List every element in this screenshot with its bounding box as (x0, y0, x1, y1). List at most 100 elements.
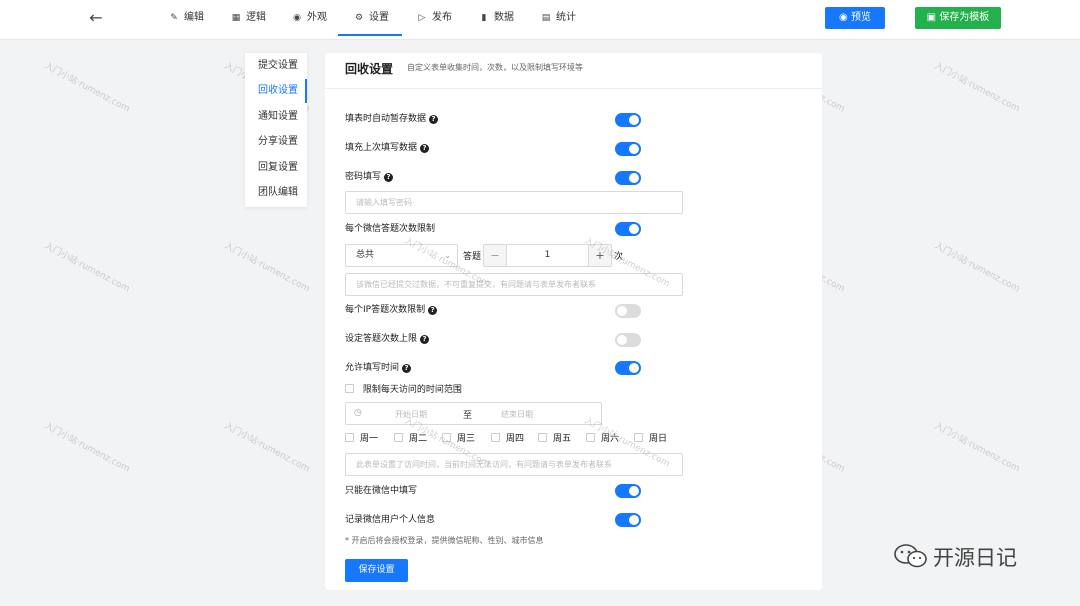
page-subtitle: 自定义表单收集时间，次数，以及限制填写环境等 (407, 63, 583, 72)
tab-label: 发布 (432, 12, 452, 23)
limit-period-select[interactable]: 总共 ⌄ (345, 244, 458, 267)
toggle-knob (629, 224, 639, 234)
tab-data[interactable]: ▮ 数据 (478, 0, 514, 36)
weekday-tue[interactable]: 周二 (394, 431, 427, 444)
help-icon[interactable]: ? (402, 364, 412, 373)
sidemenu-item-collect[interactable]: 回收设置 (245, 79, 307, 103)
select-value: 总共 (356, 250, 375, 260)
tab-logic[interactable]: ▦ 逻辑 (230, 0, 266, 36)
weekday-sun[interactable]: 周日 (634, 431, 667, 444)
clock-icon: ◷ (354, 408, 362, 418)
brand-logo: 开源日记 (893, 543, 1017, 573)
toggle-knob (629, 486, 639, 496)
max-limit-label: 设定答题次数上限? (345, 332, 430, 346)
help-icon[interactable]: ? (384, 173, 394, 182)
top-navbar: ← ✎ 编辑 ▦ 逻辑 ◉ 外观 ⚙ 设置 ▷ 发布 ▮ 数据 ▤ 统计 ◉ 预览 ▣ 保存为… (0, 0, 1080, 40)
time-allow-toggle[interactable] (615, 361, 641, 375)
save-template-label: 保存为模板 (939, 12, 990, 23)
wechat-limit-message-input[interactable]: 该微信已经提交过数据，不可重复提交，有问题请与表单发布者联系 (345, 273, 683, 296)
tab-label: 数据 (494, 12, 514, 23)
sidemenu-item-reply[interactable]: 回复设置 (245, 156, 307, 180)
sidemenu-item-team[interactable]: 团队编辑 (245, 181, 307, 205)
decrement-button[interactable]: − (484, 245, 507, 266)
wechat-limit-label: 每个微信答题次数限制 (345, 224, 436, 234)
max-limit-toggle[interactable] (615, 333, 641, 347)
weekday-thu[interactable]: 周四 (491, 431, 524, 444)
save-settings-button[interactable]: 保存设置 (345, 559, 408, 582)
help-icon[interactable]: ? (429, 115, 439, 124)
limit-count-stepper[interactable]: − 1 + (483, 244, 612, 267)
weekday-checkbox[interactable] (345, 433, 354, 442)
preview-label: 预览 (850, 12, 871, 23)
weekday-sat[interactable]: 周六 (586, 431, 619, 444)
weekday-checkbox[interactable] (538, 433, 547, 442)
label-text: 允许填写时间 (345, 363, 400, 373)
start-date-input[interactable]: 开始日期 (395, 409, 427, 420)
password-toggle[interactable] (615, 171, 641, 185)
stepper-value[interactable]: 1 (507, 245, 588, 266)
edit-icon: ✎ (170, 13, 178, 23)
help-icon[interactable]: ? (428, 306, 438, 315)
tab-label: 编辑 (184, 12, 204, 23)
page-title: 回收设置 (345, 62, 394, 76)
help-icon[interactable]: ? (420, 144, 430, 153)
date-range-picker[interactable]: ◷ 开始日期 至 结束日期 (345, 402, 602, 425)
label-text: 每个IP答题次数限制 (345, 305, 426, 315)
eye-icon: ◉ (839, 12, 851, 23)
weekday-checkbox[interactable] (442, 433, 451, 442)
back-arrow-icon[interactable]: ← (86, 8, 106, 28)
password-input[interactable]: 请输入填写密码 (345, 191, 683, 214)
sidemenu-item-notify[interactable]: 通知设置 (245, 105, 307, 129)
weekday-checkbox[interactable] (394, 433, 403, 442)
preview-button[interactable]: ◉ 预览 (825, 7, 885, 29)
weekday-fri[interactable]: 周五 (538, 431, 571, 444)
weekday-checkbox[interactable] (586, 433, 595, 442)
wechat-only-toggle[interactable] (615, 484, 641, 498)
ip-limit-toggle[interactable] (615, 304, 641, 318)
tab-label: 设置 (369, 12, 389, 23)
stats-icon: ▤ (541, 13, 551, 23)
watermark: 入门小站·rumenz.com (42, 241, 132, 295)
label-text: 填充上次填写数据 (345, 143, 418, 153)
increment-button[interactable]: + (588, 245, 611, 266)
weekday-checkbox[interactable] (634, 433, 643, 442)
weekday-mon[interactable]: 周一 (345, 431, 378, 444)
wechat-logo-icon (894, 544, 927, 568)
help-icon[interactable]: ? (420, 335, 430, 344)
end-date-input[interactable]: 结束日期 (501, 409, 533, 420)
answer-label: 答题 (463, 252, 482, 262)
wechat-only-label: 只能在微信中填写 (345, 486, 418, 496)
autosave-toggle[interactable] (615, 113, 641, 127)
tab-publish[interactable]: ▷ 发布 (416, 0, 452, 36)
tab-appearance[interactable]: ◉ 外观 (291, 0, 327, 36)
daily-range-checkbox[interactable] (345, 384, 354, 393)
wechat-userinfo-label: 记录微信用户个人信息 (345, 515, 436, 525)
play-circle-icon: ▷ (418, 13, 426, 23)
weekday-checkbox[interactable] (491, 433, 500, 442)
unit-label: 次 (614, 252, 624, 262)
date-separator: 至 (463, 411, 473, 421)
autofill-label: 填充上次填写数据? (345, 141, 430, 155)
sidemenu-item-submit[interactable]: 提交设置 (245, 54, 307, 78)
time-limit-message-input[interactable]: 此表单设置了访问时间，当前时间无法访问，有问题请与表单发布者联系 (345, 453, 683, 476)
weekday-label: 周四 (506, 434, 525, 444)
tab-edit[interactable]: ✎ 编辑 (168, 0, 204, 36)
userinfo-hint: * 开启后将会授权登录，提供微信昵称、性别、城市信息 (345, 536, 544, 545)
weekday-wed[interactable]: 周三 (442, 431, 475, 444)
daily-range-option[interactable]: 限制每天访问的时间范围 (345, 382, 462, 395)
folder-icon: ▣ (926, 12, 940, 23)
time-allow-label: 允许填写时间? (345, 361, 412, 375)
tab-settings[interactable]: ⚙ 设置 (338, 0, 402, 36)
bar-chart-icon: ▮ (481, 13, 487, 23)
daily-range-label: 限制每天访问的时间范围 (362, 385, 462, 395)
toggle-knob (629, 363, 639, 373)
wechat-userinfo-toggle[interactable] (615, 513, 641, 527)
watermark: 入门小站·rumenz.com (42, 61, 132, 115)
save-as-template-button[interactable]: ▣ 保存为模板 (915, 7, 1001, 29)
wechat-limit-toggle[interactable] (615, 222, 641, 236)
autofill-toggle[interactable] (615, 142, 641, 156)
sidemenu-item-share[interactable]: 分享设置 (245, 130, 307, 154)
tab-stats[interactable]: ▤ 统计 (540, 0, 576, 36)
weekday-label: 周一 (360, 434, 379, 444)
chevron-down-icon: ⌄ (444, 251, 451, 260)
